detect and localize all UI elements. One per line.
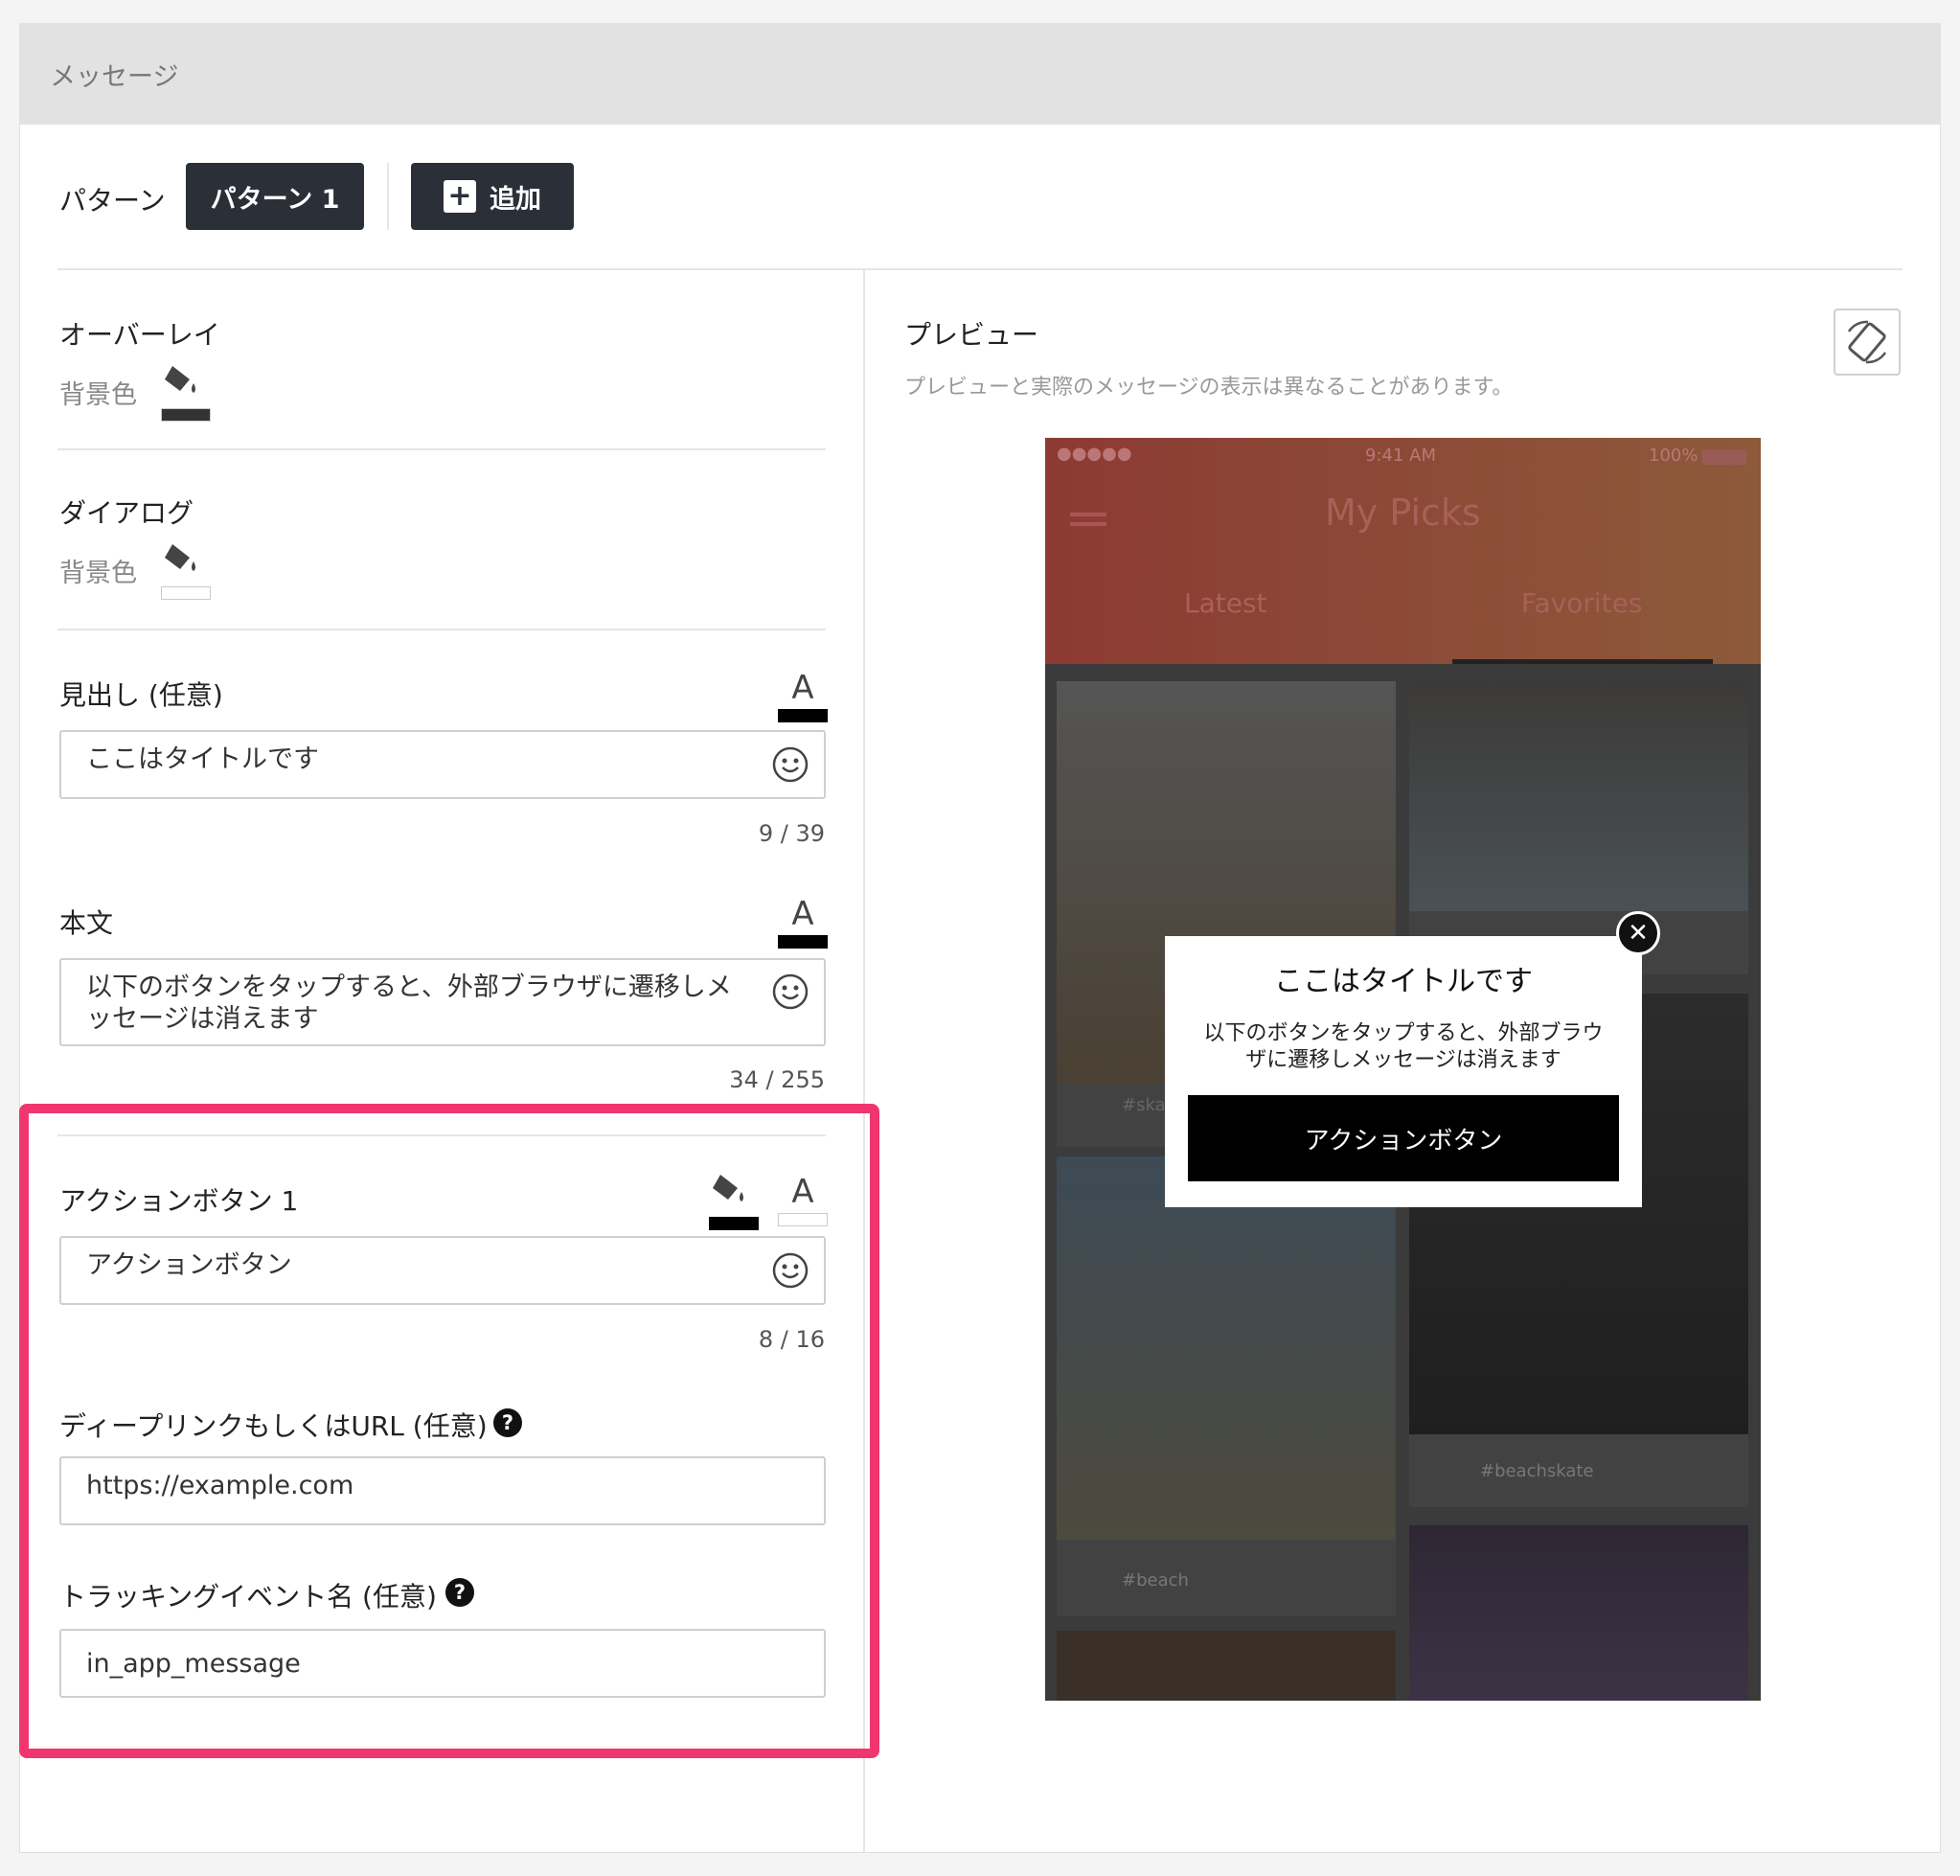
- body-text-swatch: [778, 935, 828, 949]
- overlay-bg-color-picker[interactable]: [161, 362, 211, 422]
- divider: [387, 163, 389, 230]
- heading-label: 見出し (任意): [59, 679, 223, 711]
- card-footer: [1057, 1540, 1396, 1616]
- tab-indicator: [1452, 659, 1713, 664]
- tag-label: #beach: [1122, 1570, 1189, 1590]
- emoji-icon[interactable]: [772, 746, 809, 783]
- photo-wood: [1057, 1631, 1396, 1701]
- text-color-icon: A: [791, 669, 814, 707]
- phone-preview: ●●●●● 9:41 AM 100% My Picks Latest Favor…: [1045, 438, 1761, 1701]
- highlight-frame: [19, 1104, 879, 1758]
- status-battery: 100%: [1649, 446, 1698, 466]
- photo-sea: [1409, 681, 1748, 911]
- overlay-bg-swatch: [161, 408, 211, 422]
- panel-header: メッセージ: [19, 23, 1941, 125]
- status-time: 9:41 AM: [1365, 446, 1436, 466]
- overlay-bg-label: 背景色: [59, 380, 137, 410]
- preview-dialog: ここはタイトルです 以下のボタンをタップすると、外部ブラウザに遷移しメッセージは…: [1165, 936, 1642, 1207]
- preview-action-button: アクションボタン: [1188, 1095, 1619, 1181]
- dialog-title: ダイアログ: [59, 497, 194, 529]
- rotate-device-icon: [1847, 320, 1887, 364]
- heading-input-value: ここはタイトルです: [86, 744, 319, 774]
- photo-flowers: [1409, 1525, 1748, 1701]
- add-label: 追加: [490, 184, 541, 215]
- body-label: 本文: [59, 907, 114, 939]
- heading-text-swatch: [778, 709, 828, 722]
- dialog-bg-swatch: [161, 586, 211, 600]
- divider: [57, 448, 826, 450]
- battery-icon: [1702, 449, 1746, 465]
- preview-dialog-body: 以下のボタンをタップすると、外部ブラウザに遷移しメッセージは消えます: [1203, 1021, 1604, 1072]
- tab-favorites: Favorites: [1521, 587, 1643, 619]
- photo-van: [1057, 1156, 1396, 1540]
- tag-label: #beachskate: [1480, 1461, 1594, 1481]
- heading-input[interactable]: ここはタイトルです: [59, 730, 826, 799]
- menu-icon: [1070, 513, 1106, 516]
- plus-icon: +: [444, 180, 476, 213]
- panel-title: メッセージ: [50, 62, 179, 92]
- body-textarea[interactable]: 以下のボタンをタップすると、外部ブラウザに遷移しメッセージは消えます: [59, 958, 826, 1046]
- body-textarea-value: 以下のボタンをタップすると、外部ブラウザに遷移しメッセージは消えます: [86, 972, 732, 1034]
- overlay-title: オーバーレイ: [59, 319, 220, 351]
- app-title: My Picks: [1325, 492, 1481, 534]
- tab-pattern-1[interactable]: パターン 1: [186, 163, 364, 230]
- paint-bucket-icon: [165, 544, 195, 571]
- heading-text-color-picker[interactable]: A: [778, 671, 828, 722]
- signal-dots: ●●●●●: [1057, 444, 1132, 464]
- heading-counter: 9 / 39: [758, 820, 825, 847]
- add-pattern-button[interactable]: + 追加: [411, 163, 574, 230]
- dialog-bg-label: 背景色: [59, 559, 137, 588]
- rotate-device-button[interactable]: [1834, 309, 1901, 376]
- preview-dialog-title: ここはタイトルです: [1274, 965, 1533, 998]
- emoji-icon[interactable]: [772, 973, 809, 1010]
- paint-bucket-icon: [165, 366, 195, 393]
- close-icon[interactable]: ✕: [1616, 911, 1660, 955]
- pattern-label: パターン: [59, 185, 166, 217]
- preview-title: プレビュー: [904, 319, 1039, 351]
- dialog-bg-color-picker[interactable]: [161, 540, 211, 600]
- tab-latest: Latest: [1184, 587, 1267, 619]
- divider: [57, 629, 826, 630]
- app-header: [1045, 438, 1761, 664]
- preview-note: プレビューと実際のメッセージの表示は異なることがあります。: [904, 376, 1514, 400]
- body-counter: 34 / 255: [729, 1066, 825, 1093]
- body-text-color-picker[interactable]: A: [778, 897, 828, 949]
- divider: [57, 268, 1903, 270]
- text-color-icon: A: [791, 895, 814, 933]
